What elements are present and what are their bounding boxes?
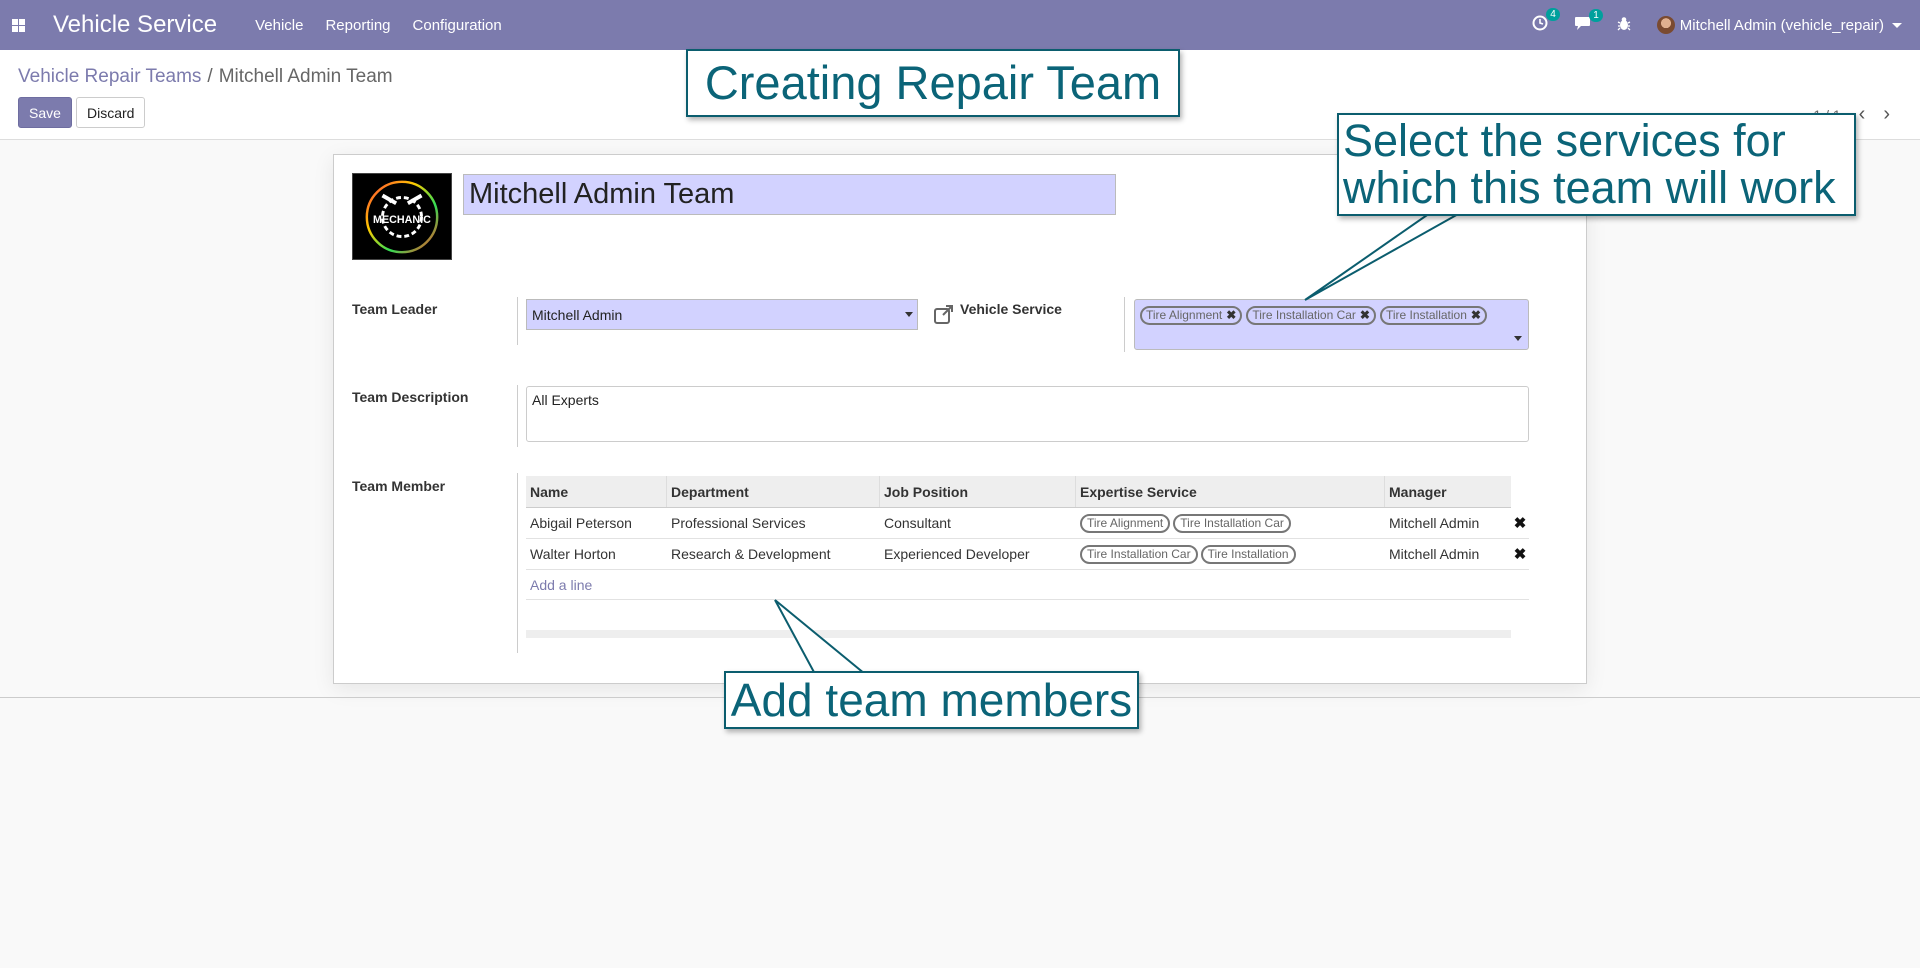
- top-navbar: Vehicle Service Vehicle Reporting Config…: [0, 0, 1920, 50]
- callout-members-text: Add team members: [730, 673, 1133, 726]
- breadcrumb-parent[interactable]: Vehicle Repair Teams: [18, 66, 201, 87]
- app-name[interactable]: Vehicle Service: [53, 11, 217, 39]
- team-member-label: Team Member: [352, 478, 446, 494]
- team-image[interactable]: MECHANIC: [352, 173, 452, 260]
- callout-services-line2: which this team will work: [1343, 162, 1836, 214]
- chevron-right-icon[interactable]: ›: [1883, 103, 1890, 126]
- delete-row-icon[interactable]: ✖: [1511, 514, 1529, 532]
- col-manager[interactable]: Manager: [1385, 476, 1511, 507]
- menu-configuration[interactable]: Configuration: [413, 17, 502, 34]
- remove-tag-icon[interactable]: ✖: [1360, 309, 1370, 322]
- table-row[interactable]: Walter Horton Research & Development Exp…: [526, 539, 1529, 570]
- remove-tag-icon[interactable]: ✖: [1226, 309, 1236, 322]
- chevron-down-icon[interactable]: [905, 312, 913, 317]
- member-job[interactable]: Consultant: [880, 515, 1076, 531]
- vehicle-service-tags-field[interactable]: Tire Alignment ✖ Tire Installation Car ✖ T…: [1134, 299, 1529, 350]
- breadcrumb: Vehicle Repair Teams / Mitchell Admin Team: [18, 66, 393, 87]
- col-department[interactable]: Department: [667, 476, 880, 507]
- chevron-down-icon: [1892, 22, 1902, 28]
- expertise-tag: Tire Installation Car: [1173, 513, 1291, 533]
- member-manager[interactable]: Mitchell Admin: [1385, 546, 1511, 562]
- apps-menu-icon[interactable]: [0, 0, 36, 50]
- callout-services-line1: Select the services for: [1343, 115, 1786, 166]
- service-tag-label: Tire Alignment: [1146, 308, 1223, 322]
- callout-title: Creating Repair Team: [686, 49, 1180, 117]
- table-row[interactable]: Abigail Peterson Professional Services C…: [526, 508, 1529, 539]
- expertise-tag: Tire Installation Car: [1080, 544, 1198, 564]
- external-link-icon[interactable]: [933, 303, 955, 325]
- service-tag-label: Tire Installation Car: [1252, 308, 1356, 322]
- member-expertise[interactable]: Tire Installation Car Tire Installation: [1076, 544, 1385, 564]
- col-name[interactable]: Name: [526, 476, 667, 507]
- svg-text:MECHANIC: MECHANIC: [373, 214, 431, 226]
- service-tag-label: Tire Installation: [1385, 308, 1467, 322]
- delete-row-icon[interactable]: ✖: [1511, 545, 1529, 563]
- callout-services: Select the services for which this team …: [1337, 113, 1856, 216]
- member-job[interactable]: Experienced Developer: [880, 546, 1076, 562]
- table-footer: [526, 630, 1511, 638]
- team-name-input[interactable]: Mitchell Admin Team: [463, 174, 1116, 215]
- member-name[interactable]: Abigail Peterson: [526, 515, 667, 531]
- member-expertise[interactable]: Tire Alignment Tire Installation Car: [1076, 513, 1385, 533]
- member-department[interactable]: Research & Development: [667, 546, 880, 562]
- table-header: Name Department Job Position Expertise S…: [526, 476, 1511, 508]
- breadcrumb-current: Mitchell Admin Team: [218, 66, 393, 87]
- service-tag: Tire Installation Car ✖: [1246, 306, 1376, 325]
- debug-bug-icon[interactable]: [1617, 16, 1631, 35]
- member-manager[interactable]: Mitchell Admin: [1385, 515, 1511, 531]
- user-name: Mitchell Admin (vehicle_repair): [1679, 16, 1884, 34]
- avatar: [1656, 16, 1675, 34]
- col-expertise-service[interactable]: Expertise Service: [1076, 476, 1385, 507]
- team-description-input[interactable]: All Experts: [526, 386, 1529, 442]
- expertise-tag: Tire Alignment: [1080, 513, 1171, 533]
- callout-title-text: Creating Repair Team: [704, 56, 1162, 110]
- service-tag: Tire Alignment ✖: [1140, 306, 1243, 325]
- team-member-table: Name Department Job Position Expertise S…: [526, 476, 1529, 638]
- messages-icon[interactable]: 1: [1574, 8, 1603, 35]
- expertise-tag: Tire Installation: [1200, 544, 1296, 564]
- chevron-left-icon[interactable]: ‹: [1859, 103, 1866, 126]
- activity-icon[interactable]: 4: [1532, 8, 1560, 35]
- discard-button[interactable]: Discard: [76, 97, 146, 128]
- service-tag: Tire Installation ✖: [1379, 306, 1487, 325]
- remove-tag-icon[interactable]: ✖: [1471, 309, 1481, 322]
- messages-count-badge: 1: [1589, 8, 1603, 22]
- member-name[interactable]: Walter Horton: [526, 546, 667, 562]
- form-sheet: MECHANIC Mitchell Admin Team Team Leader…: [333, 154, 1587, 684]
- main-menu: Vehicle Reporting Configuration: [255, 17, 524, 34]
- team-leader-label: Team Leader: [352, 301, 438, 317]
- save-button[interactable]: Save: [18, 97, 72, 128]
- chevron-down-icon[interactable]: [1514, 336, 1522, 341]
- team-leader-value: Mitchell Admin: [532, 306, 623, 323]
- mechanic-logo-icon: MECHANIC: [353, 174, 451, 259]
- add-line-link[interactable]: Add a line: [526, 570, 1529, 600]
- activity-count-badge: 4: [1546, 8, 1560, 21]
- vehicle-service-label: Vehicle Service: [960, 301, 1062, 317]
- menu-reporting[interactable]: Reporting: [325, 17, 390, 34]
- menu-vehicle[interactable]: Vehicle: [255, 17, 303, 34]
- team-description-label: Team Description: [352, 389, 469, 405]
- member-department[interactable]: Professional Services: [667, 515, 880, 531]
- col-job-position[interactable]: Job Position: [880, 476, 1076, 507]
- callout-members: Add team members: [724, 671, 1139, 729]
- team-leader-field[interactable]: Mitchell Admin: [526, 299, 918, 330]
- user-menu[interactable]: Mitchell Admin (vehicle_repair): [1656, 16, 1902, 34]
